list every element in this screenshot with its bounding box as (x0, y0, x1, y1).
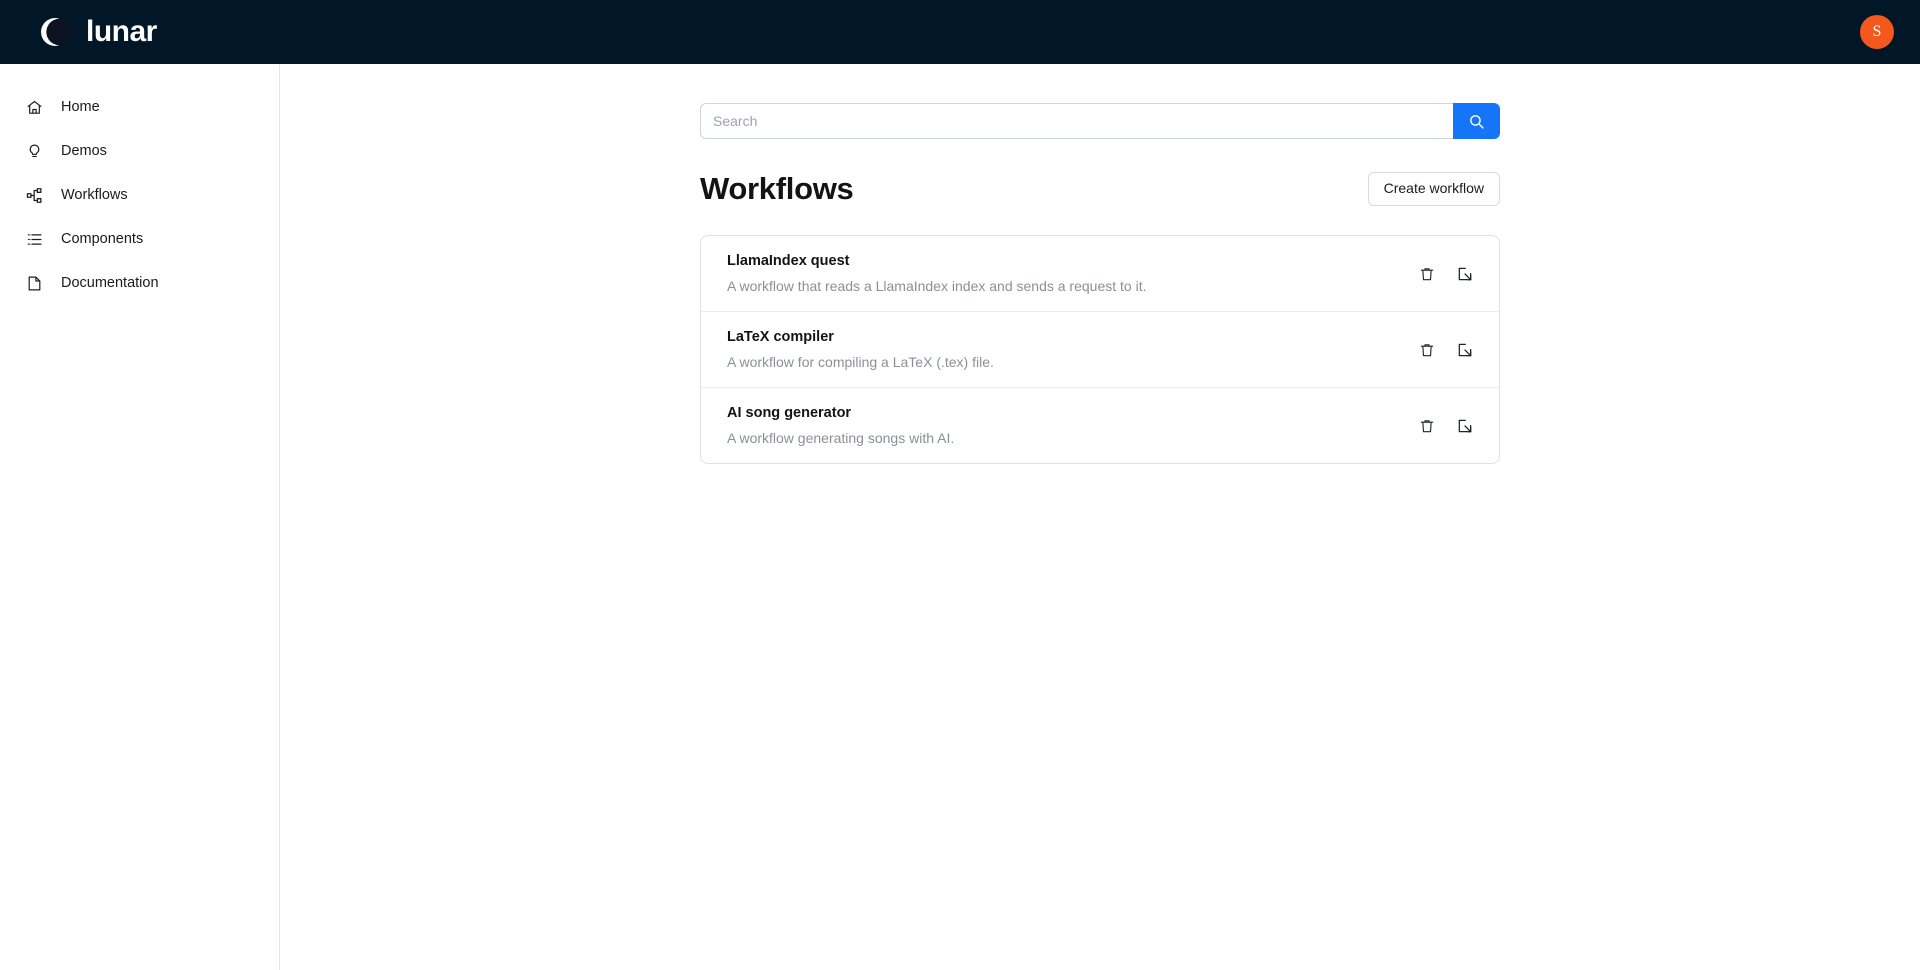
search-button[interactable] (1453, 103, 1500, 139)
workflow-name: AI song generator (727, 405, 852, 421)
workflow-name: LaTeX compiler (727, 329, 834, 345)
sidebar-item-label: Home (61, 99, 100, 115)
workflow-description: A workflow for compiling a LaTeX (.tex) … (727, 354, 994, 370)
workflow-info: LlamaIndex quest A workflow that reads a… (727, 253, 1146, 294)
table-row[interactable]: LaTeX compiler A workflow for compiling … (701, 312, 1499, 388)
trash-icon (1419, 342, 1435, 358)
delete-workflow-button[interactable] (1417, 340, 1437, 360)
table-row[interactable]: AI song generator A workflow generating … (701, 388, 1499, 463)
lightbulb-icon (26, 143, 43, 160)
row-actions (1417, 340, 1475, 360)
main-content: Workflows Create workflow LlamaIndex que… (280, 64, 1920, 970)
search-icon (1468, 113, 1485, 130)
search-input[interactable] (700, 103, 1453, 139)
open-in-box-icon (1457, 266, 1473, 282)
open-workflow-button[interactable] (1455, 264, 1475, 284)
delete-workflow-button[interactable] (1417, 416, 1437, 436)
table-row[interactable]: LlamaIndex quest A workflow that reads a… (701, 236, 1499, 312)
open-in-box-icon (1457, 342, 1473, 358)
sidebar-item-documentation[interactable]: Documentation (0, 268, 279, 298)
row-actions (1417, 416, 1475, 436)
sidebar-item-home[interactable]: Home (0, 92, 279, 122)
sidebar-item-components[interactable]: Components (0, 224, 279, 254)
sidebar-item-label: Demos (61, 143, 107, 159)
open-in-box-icon (1457, 418, 1473, 434)
search-bar (700, 103, 1500, 139)
avatar[interactable]: S (1860, 15, 1894, 49)
open-workflow-button[interactable] (1455, 340, 1475, 360)
workflow-description: A workflow that reads a LlamaIndex index… (727, 278, 1147, 294)
brand-name: lunar (86, 15, 157, 48)
sidebar-item-label: Components (61, 231, 144, 247)
sidebar-item-demos[interactable]: Demos (0, 136, 279, 166)
page-title: Workflows (700, 171, 854, 206)
trash-icon (1419, 418, 1435, 434)
workflow-name: LlamaIndex quest (727, 253, 850, 269)
sidebar-item-label: Workflows (61, 187, 128, 203)
page-header: Workflows Create workflow (700, 171, 1500, 207)
top-header-bar: lunar S (0, 0, 1920, 64)
row-actions (1417, 264, 1475, 284)
document-icon (26, 275, 43, 292)
workflow-info: AI song generator A workflow generating … (727, 405, 954, 446)
workflow-info: LaTeX compiler A workflow for compiling … (727, 329, 994, 370)
crescent-moon-icon (38, 15, 73, 49)
sidebar-item-workflows[interactable]: Workflows (0, 180, 279, 210)
workflow-description: A workflow generating songs with AI. (727, 430, 955, 446)
sidebar: Home Demos Workflows Components Document… (0, 64, 280, 970)
create-workflow-button[interactable]: Create workflow (1367, 172, 1500, 206)
list-icon (26, 231, 43, 248)
sidebar-item-label: Documentation (61, 275, 159, 291)
open-workflow-button[interactable] (1455, 416, 1475, 436)
brand-logo[interactable]: lunar (38, 15, 157, 49)
sitemap-icon (26, 187, 43, 204)
workflow-list: LlamaIndex quest A workflow that reads a… (700, 235, 1500, 464)
trash-icon (1419, 266, 1435, 282)
delete-workflow-button[interactable] (1417, 264, 1437, 284)
home-icon (26, 99, 43, 116)
